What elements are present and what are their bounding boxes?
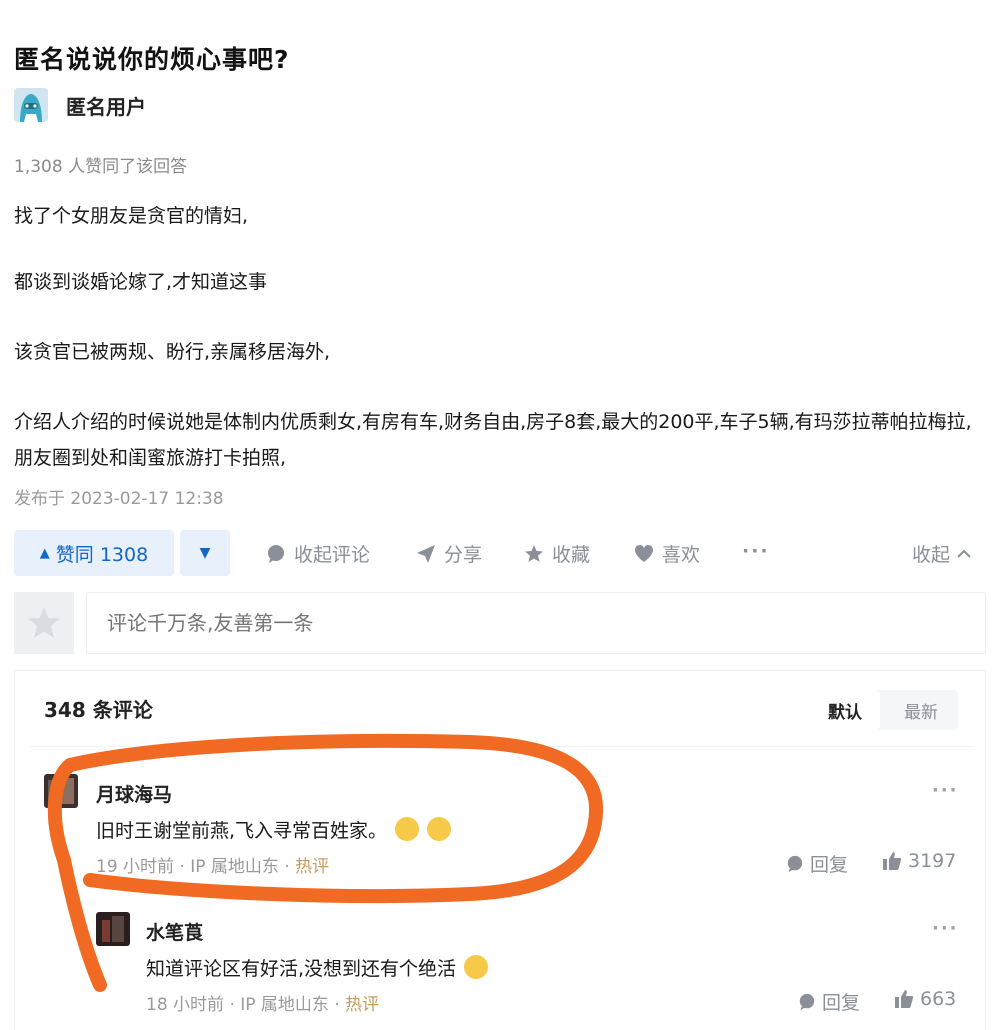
like-count: 663 bbox=[920, 988, 957, 1010]
comment-like-button[interactable]: 663 bbox=[894, 988, 956, 1010]
share-label: 分享 bbox=[444, 544, 483, 566]
author-name[interactable]: 匿名用户 bbox=[66, 91, 146, 120]
hot-comment-tag: 热评 bbox=[345, 995, 380, 1015]
collapse-answer-button[interactable]: 收起 bbox=[912, 540, 972, 567]
comment-time: 18 小时前 bbox=[146, 995, 225, 1015]
answer-paragraph: 找了个女朋友是贪官的情妇, bbox=[14, 205, 249, 227]
star-icon bbox=[524, 544, 544, 564]
answer-paragraph: 该贪官已被两规、盼行,亲属移居海外, bbox=[14, 341, 331, 363]
like-button[interactable]: 喜欢 bbox=[634, 540, 700, 567]
comment-count: 348 条评论 bbox=[44, 698, 153, 722]
comment-text: 知道评论区有好活,没想到还有个绝活 bbox=[146, 954, 489, 981]
comment-meta: 19 小时前 · IP 属地山东 · 热评 bbox=[96, 852, 329, 877]
answer-paragraph: 都谈到谈婚论嫁了,才知道这事 bbox=[14, 271, 268, 293]
laugh-emoji-icon bbox=[395, 817, 420, 841]
question-title[interactable]: 匿名说说你的烦心事吧? bbox=[14, 40, 290, 76]
current-user-avatar bbox=[14, 592, 74, 654]
share-button[interactable]: 分享 bbox=[416, 540, 482, 567]
favorite-label: 收藏 bbox=[552, 544, 591, 566]
meta-separator: · bbox=[179, 857, 191, 877]
thumbs-up-icon bbox=[894, 989, 914, 1009]
commenter-name[interactable]: 月球海马 bbox=[96, 780, 172, 807]
collapse-comments-label: 收起评论 bbox=[294, 544, 371, 566]
comment-bubble-icon bbox=[786, 855, 804, 873]
comment-bubble-icon bbox=[266, 544, 286, 564]
anonymous-avatar-icon[interactable] bbox=[14, 88, 48, 122]
collapse-label: 收起 bbox=[912, 544, 951, 566]
sort-default-button[interactable]: 默认 bbox=[810, 690, 880, 730]
upvote-label: 赞同 1308 bbox=[55, 543, 149, 566]
more-options-button[interactable]: ··· bbox=[742, 540, 770, 562]
triangle-up-icon: ▲ bbox=[39, 545, 50, 561]
comment-like-button[interactable]: 3197 bbox=[882, 850, 956, 872]
heart-icon bbox=[634, 544, 654, 564]
reply-label: 回复 bbox=[822, 992, 861, 1014]
like-label: 喜欢 bbox=[662, 544, 701, 566]
commenter-avatar[interactable] bbox=[44, 774, 78, 808]
sort-newest-button[interactable]: 最新 bbox=[884, 690, 958, 730]
collapse-comments-button[interactable]: 收起评论 bbox=[266, 540, 370, 567]
upvote-count-text: 1,308 人赞同了该回答 bbox=[14, 157, 188, 177]
commenter-name[interactable]: 水笔莨 bbox=[146, 918, 203, 945]
upvote-button[interactable]: ▲ 赞同 1308 bbox=[14, 530, 174, 576]
comment-ip: IP 属地山东 bbox=[240, 995, 329, 1015]
comment-bubble-icon bbox=[798, 993, 816, 1011]
like-count: 3197 bbox=[908, 850, 957, 872]
laugh-emoji-icon bbox=[427, 817, 452, 841]
hot-comment-tag: 热评 bbox=[295, 857, 330, 877]
comment-meta: 18 小时前 · IP 属地山东 · 热评 bbox=[146, 990, 379, 1015]
reply-button[interactable]: 回复 bbox=[786, 850, 848, 877]
comment-compose-row bbox=[14, 592, 986, 654]
comment-sort-toggle: 默认 最新 bbox=[810, 690, 958, 730]
downvote-button[interactable]: ▼ bbox=[180, 530, 230, 576]
reply-label: 回复 bbox=[810, 854, 849, 876]
answer-paragraph: 介绍人介绍的时候说她是体制内优质剩女,有房有车,财务自由,房子8套,最大的200… bbox=[14, 411, 972, 469]
comment-text-content: 旧时王谢堂前燕,飞入寻常百姓家。 bbox=[96, 820, 388, 842]
author-row: 匿名用户 bbox=[14, 88, 146, 122]
commenter-avatar[interactable] bbox=[96, 912, 130, 946]
triangle-down-icon: ▼ bbox=[199, 545, 211, 561]
divider bbox=[30, 746, 974, 747]
comment-time: 19 小时前 bbox=[96, 857, 175, 877]
reply-button[interactable]: 回复 bbox=[798, 988, 860, 1015]
answer-action-bar: ▲ 赞同 1308 ▼ 收起评论 分享 收藏 喜欢 ··· 收起 bbox=[0, 528, 996, 578]
meta-separator: · bbox=[284, 857, 296, 877]
meta-separator: · bbox=[229, 995, 241, 1015]
comment-more-button[interactable]: ··· bbox=[932, 918, 959, 939]
chevron-up-icon bbox=[956, 546, 972, 562]
paper-plane-icon bbox=[416, 544, 436, 564]
comment-input[interactable] bbox=[86, 592, 986, 654]
meta-separator: · bbox=[334, 995, 346, 1015]
comment-text: 旧时王谢堂前燕,飞入寻常百姓家。 bbox=[96, 816, 452, 843]
comment-text-content: 知道评论区有好活,没想到还有个绝活 bbox=[146, 958, 457, 980]
favorite-button[interactable]: 收藏 bbox=[524, 540, 590, 567]
thumbs-up-icon bbox=[882, 851, 902, 871]
comment-more-button[interactable]: ··· bbox=[932, 780, 959, 801]
rofl-emoji-icon bbox=[464, 955, 489, 979]
default-avatar-icon bbox=[28, 607, 60, 638]
comment-ip: IP 属地山东 bbox=[190, 857, 279, 877]
publish-time: 发布于 2023-02-17 12:38 bbox=[14, 489, 224, 509]
